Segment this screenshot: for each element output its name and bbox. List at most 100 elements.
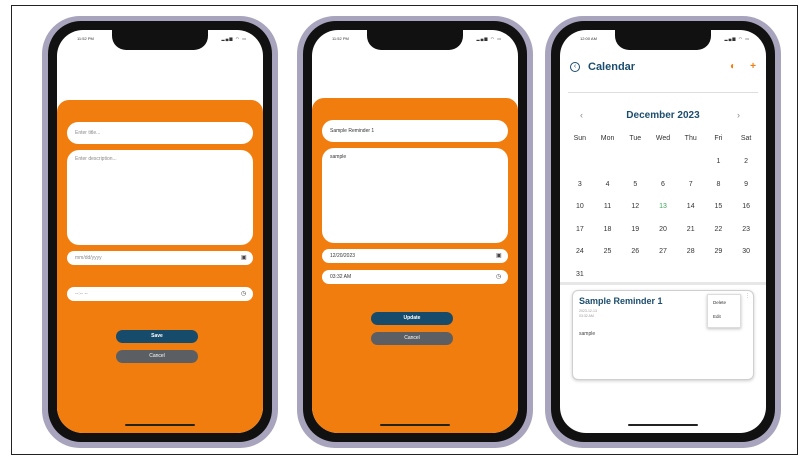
calendar-day[interactable]: 29: [705, 248, 733, 271]
phone-edit-reminder: 11:52 PM ▂▄▆ ◠ ▭ Sample Reminder 1 sampl…: [297, 16, 533, 448]
theme-toggle-icon[interactable]: ◐: [730, 61, 736, 72]
screen: 11:52 PM ▂▄▆ ◠ ▭ Enter title... Enter de…: [57, 30, 263, 433]
edit-menu-item[interactable]: Edit: [713, 314, 721, 319]
calendar-day[interactable]: 11: [594, 203, 622, 226]
calendar-icon[interactable]: ▣: [241, 255, 247, 261]
weekday-label: Sun: [573, 135, 587, 142]
title-value: Sample Reminder 1: [330, 128, 375, 134]
clock-icon[interactable]: ◷: [496, 274, 502, 280]
calendar-day[interactable]: 28: [677, 248, 705, 271]
status-icons: ▂▄▆ ◠ ▭: [476, 36, 502, 41]
cancel-button[interactable]: Cancel: [116, 350, 198, 363]
calendar-divider: [560, 282, 766, 285]
weekday-label: Mon: [600, 135, 615, 142]
home-indicator: [380, 424, 450, 426]
status-time: 11:52 PM: [77, 36, 94, 41]
page-title: Calendar: [588, 61, 636, 73]
event-date: 2023-12-13: [579, 309, 597, 313]
date-input[interactable]: mm/dd/yyyy ▣: [67, 251, 253, 265]
app-header: ‹ Calendar ◐ +: [560, 58, 766, 80]
calendar-icon[interactable]: ▣: [496, 253, 502, 259]
phone-calendar: 12:00 AM ▂▄▆ ◠ ▭ ‹ Calendar ◐ + ‹ Decemb…: [545, 16, 781, 448]
calendar-day-empty: [594, 158, 622, 181]
clock-icon[interactable]: ◷: [241, 291, 247, 297]
weekday-label: Tue: [629, 135, 642, 142]
event-context-menu: Delete Edit: [707, 294, 741, 328]
back-icon[interactable]: ‹: [570, 62, 580, 72]
save-button[interactable]: Save: [116, 330, 198, 343]
weekday-label: Wed: [655, 135, 671, 142]
notch: [112, 30, 208, 50]
calendar-day[interactable]: 10: [566, 203, 594, 226]
date-placeholder: mm/dd/yyyy: [75, 255, 102, 261]
calendar-day-empty: [566, 158, 594, 181]
header-divider: [568, 92, 758, 93]
calendar-day[interactable]: 27: [649, 248, 677, 271]
delete-menu-item[interactable]: Delete: [713, 300, 726, 305]
screen: 12:00 AM ▂▄▆ ◠ ▭ ‹ Calendar ◐ + ‹ Decemb…: [560, 30, 766, 433]
time-value: 03:32 AM: [330, 274, 352, 280]
calendar-day[interactable]: 24: [566, 248, 594, 271]
calendar-day[interactable]: 2: [732, 158, 760, 181]
date-value: 12/20/2023: [330, 253, 356, 259]
phone-add-reminder: 11:52 PM ▂▄▆ ◠ ▭ Enter title... Enter de…: [42, 16, 278, 448]
calendar-day[interactable]: 17: [566, 226, 594, 249]
calendar-day-empty: [649, 158, 677, 181]
calendar-day[interactable]: 12: [621, 203, 649, 226]
calendar-day[interactable]: 3: [566, 181, 594, 204]
calendar-day[interactable]: 16: [732, 203, 760, 226]
description-input[interactable]: sample: [322, 148, 508, 243]
calendar-day[interactable]: 26: [621, 248, 649, 271]
calendar-day[interactable]: 18: [594, 226, 622, 249]
title-input[interactable]: Sample Reminder 1: [322, 120, 508, 142]
calendar-day[interactable]: 9: [732, 181, 760, 204]
description-input[interactable]: Enter description...: [67, 150, 253, 245]
date-input[interactable]: 12/20/2023 ▣: [322, 249, 508, 263]
month-title: December 2023: [626, 110, 700, 121]
screen: 11:52 PM ▂▄▆ ◠ ▭ Sample Reminder 1 sampl…: [312, 30, 518, 433]
calendar-day[interactable]: 14: [677, 203, 705, 226]
calendar-day[interactable]: 20: [649, 226, 677, 249]
calendar-day-empty: [677, 158, 705, 181]
status-time: 11:52 PM: [332, 36, 349, 41]
cancel-button[interactable]: Cancel: [371, 332, 453, 345]
calendar-day[interactable]: 8: [705, 181, 733, 204]
status-icons: ▂▄▆ ◠ ▭: [221, 36, 247, 41]
calendar-day[interactable]: 30: [732, 248, 760, 271]
event-time: 03:32 AM: [579, 314, 594, 318]
calendar-day[interactable]: 7: [677, 181, 705, 204]
update-button[interactable]: Update: [371, 312, 453, 325]
notch: [367, 30, 463, 50]
calendar-day[interactable]: 22: [705, 226, 733, 249]
time-input[interactable]: --:-- -- ◷: [67, 287, 253, 301]
event-title: Sample Reminder 1: [579, 296, 663, 306]
calendar-day[interactable]: 6: [649, 181, 677, 204]
calendar-day[interactable]: 4: [594, 181, 622, 204]
home-indicator: [628, 424, 698, 426]
weekday-label: Fri: [714, 135, 723, 142]
calendar-day[interactable]: 19: [621, 226, 649, 249]
weekday-label: Thu: [684, 135, 697, 142]
more-options-icon[interactable]: ⋮: [745, 293, 750, 299]
next-month-icon[interactable]: ›: [737, 110, 740, 120]
weekday-header: Sun Mon Tue Wed Thu Fri Sat: [566, 135, 760, 142]
time-placeholder: --:-- --: [75, 291, 88, 297]
event-description: sample: [579, 331, 596, 337]
calendar-day[interactable]: 13: [649, 203, 677, 226]
calendar-days-grid: 1 2 3 4 5 6 7 8 9 10 11 12 13 14 15 16 17 18 19 20 21 22 23 24 2…: [566, 158, 760, 293]
title-placeholder: Enter title...: [75, 130, 101, 136]
calendar-day[interactable]: 21: [677, 226, 705, 249]
description-value: sample: [330, 154, 347, 160]
calendar-day[interactable]: 15: [705, 203, 733, 226]
calendar-day[interactable]: 23: [732, 226, 760, 249]
time-input[interactable]: 03:32 AM ◷: [322, 270, 508, 284]
add-icon[interactable]: +: [750, 61, 756, 72]
event-card[interactable]: Sample Reminder 1 2023-12-13 03:32 AM sa…: [572, 290, 754, 380]
calendar-day[interactable]: 25: [594, 248, 622, 271]
form-sheet: Sample Reminder 1 sample 12/20/2023 ▣ 03…: [312, 98, 518, 433]
calendar-day[interactable]: 5: [621, 181, 649, 204]
home-indicator: [125, 424, 195, 426]
title-input[interactable]: Enter title...: [67, 122, 253, 144]
calendar-day-empty: [621, 158, 649, 181]
calendar-day[interactable]: 1: [705, 158, 733, 181]
